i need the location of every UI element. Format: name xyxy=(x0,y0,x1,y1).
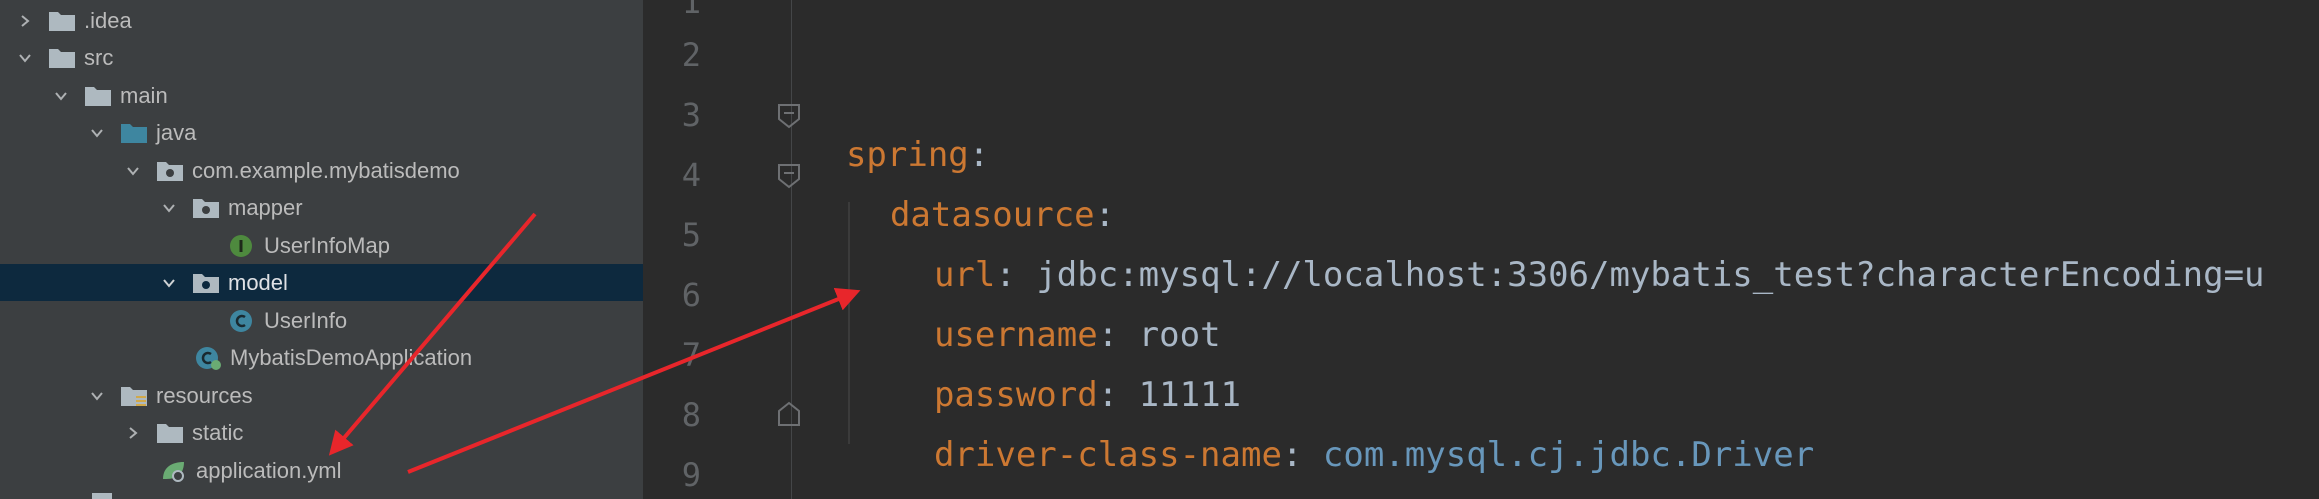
resources-folder-icon xyxy=(120,384,148,408)
tree-item-application-yml[interactable]: application.yml xyxy=(0,452,643,489)
tree-item-userinfo[interactable]: UserInfo xyxy=(0,302,643,339)
class-icon xyxy=(228,309,256,333)
spring-boot-class-icon xyxy=(194,346,222,370)
tree-item-java[interactable]: java xyxy=(0,114,643,151)
tree-item-label: UserInfoMap xyxy=(264,232,390,258)
package-icon xyxy=(156,159,184,183)
folder-icon xyxy=(48,9,76,33)
line-number: 9 xyxy=(681,456,701,494)
chevron-down-icon[interactable] xyxy=(88,387,106,405)
chevron-right-icon[interactable] xyxy=(124,424,142,442)
chevron-down-icon[interactable] xyxy=(16,49,34,67)
yaml-key: driver-class-name xyxy=(933,435,1282,475)
spring-config-file-icon xyxy=(160,459,188,483)
yaml-colon: : xyxy=(1281,435,1303,475)
folder-icon xyxy=(48,46,76,70)
package-icon xyxy=(192,271,220,295)
line-number: 1 xyxy=(681,0,701,21)
folder-icon xyxy=(156,421,184,445)
interface-icon xyxy=(228,234,256,258)
tree-item-package-root[interactable]: com.example.mybatisdemo xyxy=(0,152,643,189)
line-number: 2 xyxy=(681,36,701,74)
tree-item-label: java xyxy=(156,119,197,145)
tree-item-static[interactable]: static xyxy=(0,414,643,451)
fold-end-icon[interactable] xyxy=(776,401,802,427)
tree-item-label: UserInfo xyxy=(264,307,348,333)
chevron-down-icon[interactable] xyxy=(88,124,106,142)
line-number: 3 xyxy=(681,96,701,134)
fold-collapse-icon[interactable] xyxy=(776,163,802,189)
fold-collapse-icon[interactable] xyxy=(776,103,802,129)
tree-item-resources[interactable]: resources xyxy=(0,377,643,414)
tree-item-label: .idea xyxy=(84,7,132,33)
package-icon xyxy=(192,196,220,220)
line-number: 5 xyxy=(681,216,701,254)
tree-item-mapper[interactable]: mapper xyxy=(0,189,643,226)
tree-item-label: mapper xyxy=(228,194,303,220)
source-folder-icon xyxy=(120,121,148,145)
yaml-value: com.mysql.cj.jdbc.Driver xyxy=(1302,435,1815,475)
code-line-8[interactable]: driver-class-name: com.mysql.cj.jdbc.Dri… xyxy=(893,395,1814,475)
chevron-down-icon[interactable] xyxy=(160,274,178,292)
tree-item-idea[interactable]: .idea xyxy=(0,2,643,39)
chevron-right-icon[interactable] xyxy=(16,12,34,30)
chevron-down-icon[interactable] xyxy=(52,87,70,105)
tree-item-model[interactable]: model xyxy=(0,264,643,301)
tree-item-label: resources xyxy=(156,382,253,408)
tree-item-label: com.example.mybatisdemo xyxy=(192,157,460,183)
tree-item-userinfomap[interactable]: UserInfoMap xyxy=(0,227,643,264)
tree-item-label: model xyxy=(228,269,288,295)
tree-item-main[interactable]: main xyxy=(0,77,643,114)
indent-guide xyxy=(848,202,850,444)
tree-item-partial xyxy=(92,493,112,499)
chevron-down-icon[interactable] xyxy=(124,162,142,180)
folder-icon xyxy=(84,84,112,108)
line-number: 8 xyxy=(681,396,701,434)
tree-item-mybatisdemoapplication[interactable]: MybatisDemoApplication xyxy=(0,339,643,376)
line-number: 7 xyxy=(681,336,701,374)
tree-item-label: MybatisDemoApplication xyxy=(230,344,473,370)
tree-item-label: main xyxy=(120,82,168,108)
chevron-down-icon[interactable] xyxy=(160,199,178,217)
line-number: 6 xyxy=(681,276,701,314)
tree-item-label: static xyxy=(192,419,244,445)
tree-item-label: src xyxy=(84,44,114,70)
tree-item-src[interactable]: src xyxy=(0,39,643,76)
line-number: 4 xyxy=(681,156,701,194)
project-tree-panel: .idea src main java com.example.mybatisd… xyxy=(0,0,643,499)
tree-item-label: application.yml xyxy=(196,457,342,483)
